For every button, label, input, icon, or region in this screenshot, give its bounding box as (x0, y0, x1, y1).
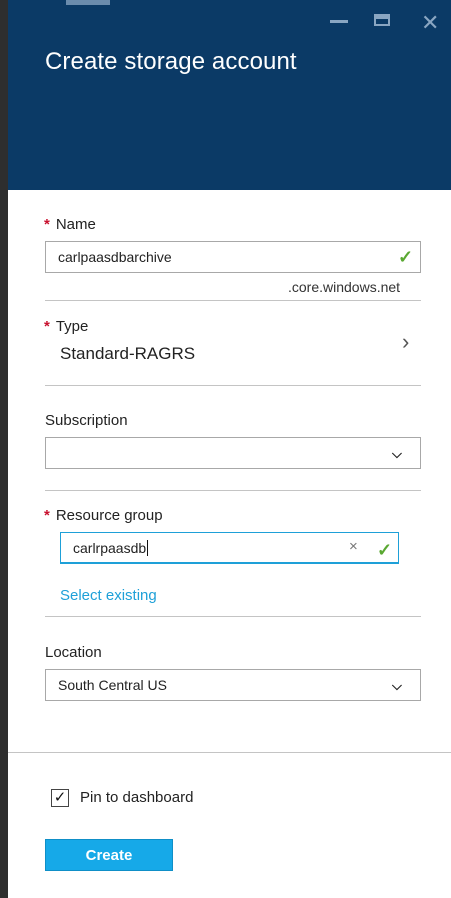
divider (45, 385, 421, 386)
pin-to-dashboard-checkbox[interactable]: ✓ (51, 789, 69, 807)
minimize-icon[interactable] (330, 20, 348, 23)
name-label-row: * Name (44, 216, 96, 233)
divider (45, 616, 421, 617)
blade-title: Create storage account (45, 48, 297, 75)
required-asterisk: * (44, 216, 50, 233)
resource-group-valid-check-icon: ✓ (377, 540, 393, 560)
location-label: Location (45, 644, 102, 661)
resource-group-label: Resource group (55, 507, 163, 524)
location-select[interactable]: South Central US (45, 669, 421, 701)
type-label-row: * Type (44, 318, 88, 335)
resource-group-label-row: * Resource group (44, 507, 163, 524)
name-valid-check-icon: ✓ (398, 247, 414, 267)
type-label: Type (55, 318, 89, 335)
clear-input-icon[interactable]: × (349, 538, 358, 555)
chevron-right-icon[interactable]: › (402, 329, 409, 355)
type-value[interactable]: Standard-RAGRS (60, 344, 195, 364)
required-asterisk: * (44, 318, 50, 335)
chevron-down-icon[interactable]: ⌵ (392, 678, 402, 694)
divider (45, 490, 421, 491)
blade-left-edge (0, 0, 8, 898)
required-asterisk: * (44, 507, 50, 524)
maximize-icon[interactable] (374, 14, 390, 26)
location-select-value: South Central US (58, 677, 167, 693)
close-icon[interactable]: ✕ (421, 12, 439, 34)
chevron-down-icon[interactable]: ⌵ (392, 446, 402, 462)
name-label: Name (55, 216, 96, 233)
subscription-select[interactable] (45, 437, 421, 469)
pin-to-dashboard-label: Pin to dashboard (80, 789, 194, 806)
footer-divider (8, 752, 451, 753)
blade-header: ✕ Create storage account (8, 0, 451, 190)
text-cursor (147, 539, 149, 556)
name-domain-suffix: .core.windows.net (288, 279, 401, 295)
name-input[interactable]: carlpaasdbarchive (45, 241, 421, 273)
subscription-label: Subscription (45, 412, 128, 429)
resource-group-input-value: carlrpaasdb (73, 539, 147, 556)
header-tab-indicator (66, 0, 110, 5)
divider (45, 300, 421, 301)
create-button[interactable]: Create (45, 839, 173, 871)
name-input-value: carlpaasdbarchive (58, 249, 172, 265)
create-storage-account-blade: ✕ Create storage account * Name carlpaasd… (0, 0, 451, 898)
select-existing-link[interactable]: Select existing (60, 587, 157, 604)
create-button-label: Create (85, 846, 133, 864)
